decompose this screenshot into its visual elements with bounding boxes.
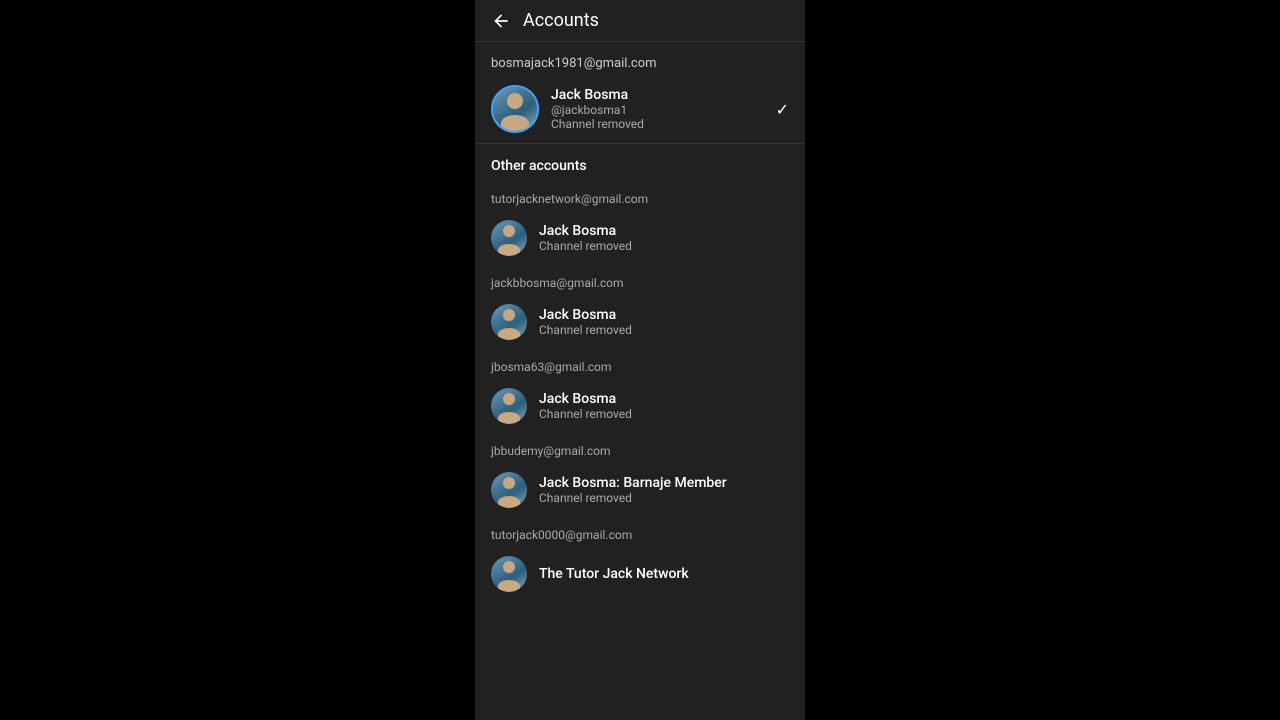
account-handle: @jackbosma1 [551,103,768,117]
account-name: Jack Bosma [539,307,789,323]
back-button[interactable] [491,11,511,31]
email-divider-3: jbbudemy@gmail.com [475,434,805,462]
avatar-image [491,388,527,424]
primary-account-row[interactable]: Jack Bosma @jackbosma1 Channel removed ✓ [475,75,805,143]
avatar-image [491,556,527,592]
email-divider-1: jackbbosma@gmail.com [475,266,805,294]
avatar [491,220,527,256]
other-account-row-4[interactable]: The Tutor Jack Network [475,546,805,602]
selected-check-icon: ✓ [776,100,789,119]
avatar [491,388,527,424]
other-account-row-1[interactable]: Jack Bosma Channel removed [475,294,805,350]
other-accounts-label: Other accounts [475,144,805,182]
account-name: The Tutor Jack Network [539,566,789,582]
account-status: Channel removed [539,323,789,337]
avatar-image [491,220,527,256]
account-info: Jack Bosma: Barnaje Member Channel remov… [539,475,789,505]
other-account-row-0[interactable]: Jack Bosma Channel removed [475,210,805,266]
account-name: Jack Bosma [551,87,768,103]
account-info: Jack Bosma @jackbosma1 Channel removed [551,87,768,131]
avatar [491,304,527,340]
other-account-row-3[interactable]: Jack Bosma: Barnaje Member Channel remov… [475,462,805,518]
avatar [491,85,539,133]
email-divider-4: tutorjack0000@gmail.com [475,518,805,546]
header: Accounts [475,0,805,42]
account-info: Jack Bosma Channel removed [539,223,789,253]
email-divider-0: tutorjacknetwork@gmail.com [475,182,805,210]
avatar [491,556,527,592]
account-info: The Tutor Jack Network [539,566,789,582]
avatar-image [493,87,537,131]
account-status: Channel removed [539,239,789,253]
account-info: Jack Bosma Channel removed [539,307,789,337]
accounts-panel: Accounts bosmajack1981@gmail.com Jack Bo… [475,0,805,720]
other-account-row-2[interactable]: Jack Bosma Channel removed [475,378,805,434]
account-name: Jack Bosma: Barnaje Member [539,475,789,491]
other-accounts-section: Other accounts tutorjacknetwork@gmail.co… [475,144,805,720]
primary-account-section: bosmajack1981@gmail.com Jack Bosma @jack… [475,42,805,144]
page-title: Accounts [523,10,599,31]
avatar [491,472,527,508]
email-divider-2: jbosma63@gmail.com [475,350,805,378]
primary-email: bosmajack1981@gmail.com [475,42,805,75]
account-status: Channel removed [551,117,768,131]
account-status: Channel removed [539,407,789,421]
avatar-image [491,304,527,340]
avatar-image [491,472,527,508]
account-name: Jack Bosma [539,391,789,407]
account-name: Jack Bosma [539,223,789,239]
account-status: Channel removed [539,491,789,505]
account-info: Jack Bosma Channel removed [539,391,789,421]
